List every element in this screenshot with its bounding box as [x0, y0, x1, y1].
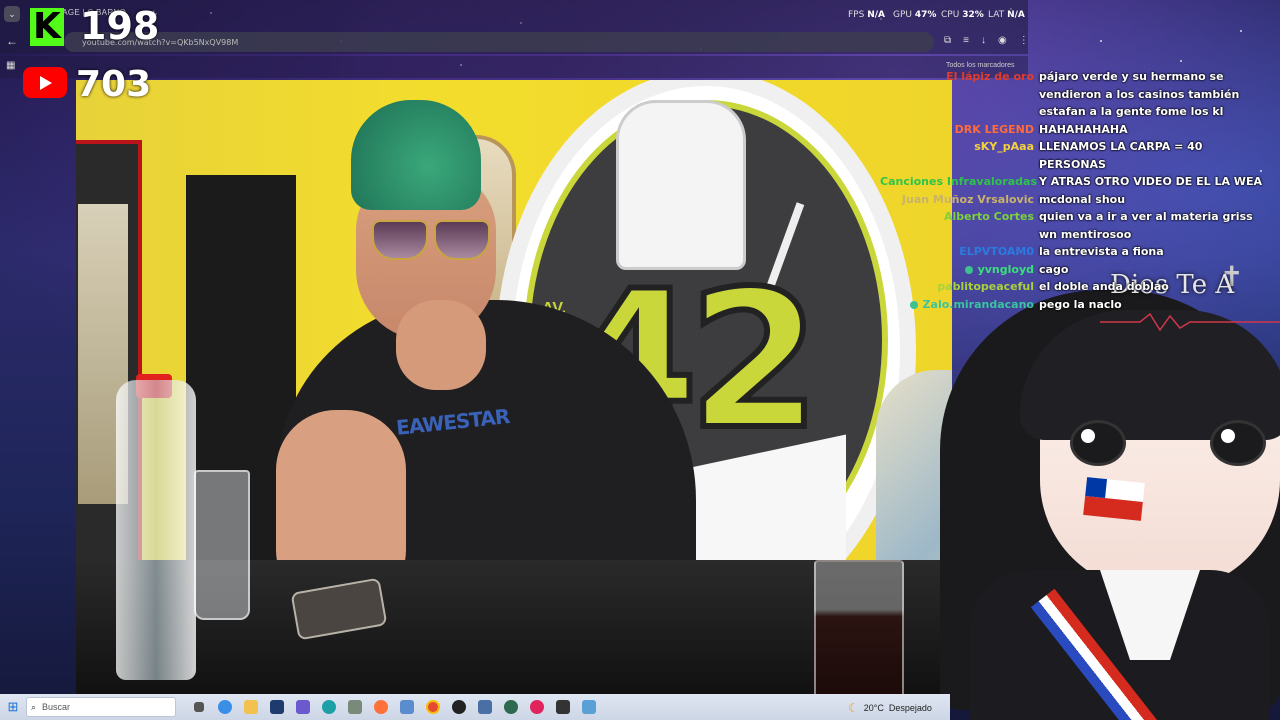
water-bottle	[116, 380, 196, 680]
visual-studio-icon[interactable]	[264, 694, 290, 720]
member-badge-icon	[964, 265, 973, 274]
chat-message: Zalo.mirandacano pego la naclo	[880, 296, 1280, 314]
tab-search-button[interactable]: ⌄	[4, 6, 20, 22]
chat-username-text: Zalo.mirandacano	[922, 297, 1034, 311]
copilot-icon[interactable]	[212, 694, 238, 720]
download-icon[interactable]: ↓	[981, 35, 986, 46]
latency-readout: LAT N/A	[988, 10, 1025, 20]
extension-icons: ⧉ ≡ ↓ ◉ ⋮	[944, 35, 1029, 46]
chat-message: Juan Muñoz Vrsalovic mcdonal shou	[880, 191, 1280, 209]
task-view-icon[interactable]	[186, 694, 212, 720]
vtuber-avatar: ✝ Dios Te A	[930, 250, 1280, 720]
chat-username-text: ELPVTOAM0	[959, 245, 1034, 258]
extensions-icon[interactable]: ⧉	[944, 35, 951, 46]
fps-readout: FPS N/A	[848, 10, 885, 20]
gpu-readout: GPU 47%	[893, 10, 937, 20]
chrome-icon[interactable]	[420, 694, 446, 720]
avatar-left-eye	[1070, 420, 1126, 466]
app-icon[interactable]	[498, 694, 524, 720]
member-badge-icon	[909, 300, 918, 309]
heartbeat-line	[1100, 312, 1280, 332]
opera-icon[interactable]	[524, 694, 550, 720]
chat-message: yvngloyd cago	[880, 261, 1280, 279]
chile-flag-sticker	[1083, 477, 1145, 521]
profile-icon[interactable]: ◉	[998, 35, 1007, 46]
vegas-icon[interactable]	[394, 694, 420, 720]
chat-username[interactable]: Juan Muñoz Vrsalovic	[880, 191, 1039, 209]
chat-username-text: sKY_pAaa	[974, 140, 1034, 153]
chat-username-text: El lápiz de oro	[946, 70, 1034, 83]
live-chat: El lápiz de oro pájaro verde y su hermano…	[880, 68, 1280, 313]
chat-message: Alberto Cortes quien va a ir a ver al mat…	[880, 208, 1280, 243]
avatar-right-eye	[1210, 420, 1266, 466]
chat-message-text: quien va a ir a ver al materia griss wn …	[1039, 210, 1253, 241]
chat-username-text: Alberto Cortes	[943, 210, 1034, 223]
youtube-logo-icon	[23, 67, 67, 98]
chat-message-text: HAHAHAHAHA	[1039, 122, 1128, 136]
app-icon[interactable]	[550, 694, 576, 720]
back-arrow-icon[interactable]: ←	[6, 34, 18, 48]
apps-grid-icon[interactable]: ▦	[6, 60, 15, 71]
chat-message-text: la entrevista a fiona	[1039, 245, 1164, 258]
taskbar-apps	[186, 694, 602, 720]
video-player[interactable]: AV. 42 EAWESTAR	[76, 80, 952, 694]
obs-icon[interactable]	[446, 694, 472, 720]
chat-message-text: pájaro verde y su hermano se vendieron a…	[1039, 70, 1240, 118]
chat-username[interactable]: pablitopeaceful	[880, 278, 1039, 296]
chat-username-text: Canciones Infravaloradas	[880, 175, 1038, 188]
windows-taskbar: ⊞ ⌕ Buscar ☾ 20°C Despejado	[0, 694, 950, 720]
url-input[interactable]: youtube.com/watch?v=QKb5NxQV98M	[64, 32, 934, 52]
bookmarks-bar: ▦ Todos los marcadores	[0, 56, 1028, 78]
chat-message-text: Y ATRAS OTRO VIDEO DE EL LA WEA	[1039, 175, 1262, 188]
taskbar-search-input[interactable]: ⌕ Buscar	[26, 697, 176, 717]
chat-username[interactable]: El lápiz de oro	[880, 68, 1039, 121]
person-green-hair	[351, 100, 481, 210]
chat-username[interactable]: sKY_pAaa	[880, 138, 1039, 173]
chat-message: sKY_pAaa LLENAMOS LA CARPA = 40 PERSONAS	[880, 138, 1280, 173]
chat-username[interactable]: DRK LEGEND	[880, 121, 1039, 139]
chat-username-text: Juan Muñoz Vrsalovic	[901, 192, 1034, 206]
chat-username[interactable]: yvngloyd	[880, 261, 1039, 279]
chat-username-text: pablitopeaceful	[937, 280, 1034, 293]
chat-message: ELPVTOAM0 la entrevista a fiona	[880, 243, 1280, 261]
app-icon[interactable]	[290, 694, 316, 720]
media-icon[interactable]: ≡	[963, 35, 969, 46]
chat-message-text: cago	[1039, 262, 1069, 276]
app-icon[interactable]	[576, 694, 602, 720]
chat-message-text: LLENAMOS LA CARPA = 40 PERSONAS	[1039, 140, 1203, 171]
chat-username-text: yvngloyd	[977, 262, 1034, 276]
kick-logo-icon: K	[30, 8, 64, 46]
chat-username[interactable]: Alberto Cortes	[880, 208, 1039, 243]
chat-message-text: el doble anda doblao	[1039, 280, 1169, 293]
windows-start-icon[interactable]: ⊞	[0, 694, 26, 720]
chat-username[interactable]: Zalo.mirandacano	[880, 296, 1039, 314]
search-icon: ⌕	[31, 701, 37, 712]
person-hand	[396, 300, 486, 390]
edge-icon[interactable]	[316, 694, 342, 720]
moon-icon: ☾	[848, 701, 859, 715]
chat-message-text: pego la naclo	[1039, 297, 1122, 311]
chat-message: DRK LEGEND HAHAHAHAHA	[880, 121, 1280, 139]
chat-message-text: mcdonal shou	[1039, 192, 1126, 206]
water-glass	[194, 470, 250, 620]
firefox-icon[interactable]	[368, 694, 394, 720]
app-icon[interactable]	[342, 694, 368, 720]
chat-username[interactable]: ELPVTOAM0	[880, 243, 1039, 261]
chat-message: pablitopeaceful el doble anda doblao	[880, 278, 1280, 296]
sunglasses	[372, 220, 492, 264]
weather-widget[interactable]: ☾ 20°C Despejado	[848, 701, 932, 715]
cola-glass	[814, 560, 904, 694]
chat-message: Canciones Infravaloradas Y ATRAS OTRO VID…	[880, 173, 1280, 191]
chat-username[interactable]: Canciones Infravaloradas	[880, 173, 1039, 191]
youtube-viewer-count: 703	[76, 64, 152, 105]
app-icon[interactable]	[472, 694, 498, 720]
menu-kebab-icon[interactable]: ⋮	[1019, 35, 1029, 46]
chat-username-text: DRK LEGEND	[954, 122, 1034, 136]
chef-hat-graphic	[616, 100, 746, 270]
cpu-readout: CPU 32%	[941, 10, 984, 20]
kick-viewer-count: 198	[80, 4, 160, 48]
chat-message: El lápiz de oro pájaro verde y su hermano…	[880, 68, 1280, 121]
file-explorer-icon[interactable]	[238, 694, 264, 720]
